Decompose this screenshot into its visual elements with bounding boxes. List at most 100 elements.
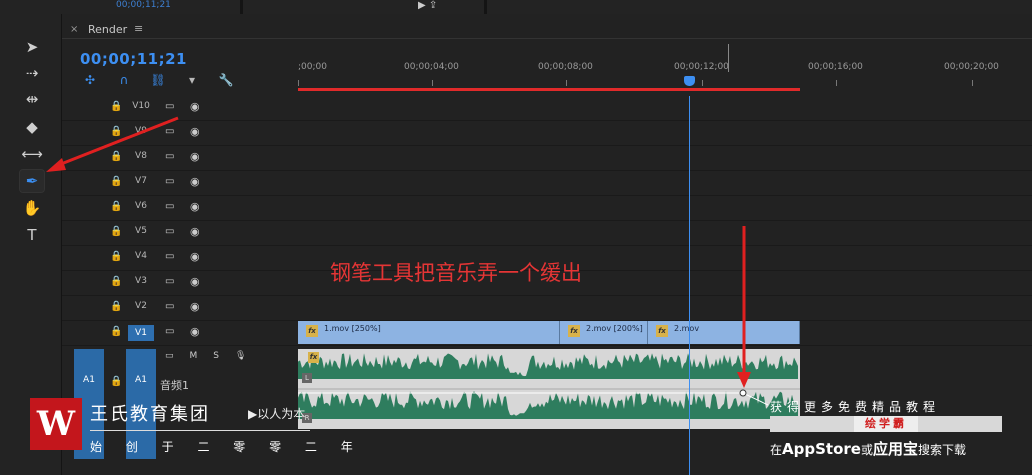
- time-ruler[interactable]: ;00;00 00;00;04;00 00;00;08;00 00;00;12;…: [298, 44, 1032, 94]
- track-name[interactable]: V4: [128, 251, 154, 261]
- lane-v7[interactable]: [298, 171, 1032, 196]
- razor-tool-icon[interactable]: ◆: [20, 116, 44, 138]
- ruler-label: ;00;00: [298, 62, 327, 72]
- eye-icon[interactable]: ◉: [190, 175, 200, 188]
- linked-selection-icon[interactable]: ⛓: [148, 72, 168, 88]
- lane-v2[interactable]: [298, 296, 1032, 321]
- lock-icon[interactable]: 🔒: [110, 276, 122, 287]
- sync-lock-icon[interactable]: ▭: [165, 201, 174, 212]
- lock-icon[interactable]: 🔒: [110, 251, 122, 262]
- track-name[interactable]: V2: [128, 301, 154, 311]
- track-name-target[interactable]: V1: [128, 325, 154, 341]
- sync-lock-icon[interactable]: ▭: [165, 251, 174, 262]
- lock-icon[interactable]: 🔒: [110, 326, 122, 337]
- eye-icon[interactable]: ◉: [190, 150, 200, 163]
- watermark-right: 获得更多免费精品教程 绘学霸 在AppStore或应用宝搜索下载: [770, 398, 1032, 460]
- track-header-v8: 🔒 V8 ▭ ◉: [62, 146, 298, 171]
- annotation-text: 钢笔工具把音乐弄一个缓出: [330, 261, 582, 285]
- playhead-handle[interactable]: [684, 76, 695, 86]
- sync-lock-icon[interactable]: ▭: [165, 226, 174, 237]
- sync-lock-icon[interactable]: ▭: [165, 276, 174, 287]
- sync-lock-icon[interactable]: ▭: [165, 176, 174, 187]
- video-clip[interactable]: fx 2.mov [200%]: [560, 321, 648, 344]
- divider: [484, 0, 487, 14]
- volume-keyframe[interactable]: [739, 389, 747, 397]
- lock-icon[interactable]: 🔒: [110, 151, 122, 162]
- track-name[interactable]: V8: [128, 151, 154, 161]
- mute-button[interactable]: M: [190, 351, 198, 361]
- sequence-tab-title[interactable]: Render: [88, 23, 127, 36]
- lock-icon[interactable]: 🔒: [110, 376, 122, 387]
- wrench-icon[interactable]: 🔧: [216, 72, 236, 88]
- lock-icon[interactable]: 🔒: [110, 176, 122, 187]
- export-frame-icon[interactable]: ▶ ⇪: [418, 0, 437, 11]
- track-name[interactable]: V5: [128, 226, 154, 236]
- add-marker-icon[interactable]: ▾: [182, 72, 202, 88]
- source-patch-label: A1: [83, 375, 95, 385]
- track-name[interactable]: V10: [128, 101, 154, 111]
- ruler-label: 00;00;12;00: [674, 62, 729, 72]
- founded-text: 始 创 于 二 零 零 二 年: [90, 440, 363, 454]
- pen-tool-icon[interactable]: ✒: [19, 169, 45, 193]
- eye-icon[interactable]: ◉: [190, 125, 200, 138]
- divider: [62, 38, 1032, 39]
- audio-clip[interactable]: fx L R: [298, 349, 800, 429]
- sync-lock-icon[interactable]: ▭: [165, 326, 174, 337]
- lock-icon[interactable]: 🔒: [110, 126, 122, 137]
- lane-v8[interactable]: [298, 146, 1032, 171]
- track-header-v10: 🔒 V10 ▭ ◉: [62, 96, 298, 121]
- selection-tool-icon[interactable]: ➤: [20, 36, 44, 58]
- eye-icon[interactable]: ◉: [190, 325, 200, 338]
- solo-button[interactable]: S: [213, 351, 219, 361]
- track-name[interactable]: V6: [128, 201, 154, 211]
- sync-lock-icon[interactable]: ▭: [165, 126, 174, 137]
- lock-icon[interactable]: 🔒: [110, 226, 122, 237]
- lock-icon[interactable]: 🔒: [110, 301, 122, 312]
- slip-tool-icon[interactable]: ⟷: [20, 143, 44, 165]
- type-tool-icon[interactable]: T: [20, 224, 44, 246]
- lane-v10[interactable]: [298, 96, 1032, 121]
- hand-tool-icon[interactable]: ✋: [20, 197, 44, 219]
- mic-icon[interactable]: 🎙: [235, 351, 246, 361]
- waveform-right: [298, 391, 798, 419]
- eye-icon[interactable]: ◉: [190, 225, 200, 238]
- text-fragment: 或: [860, 443, 873, 457]
- zoom-scrollbar[interactable]: [136, 462, 314, 475]
- audio-track-controls: ▭ M S 🎙: [165, 351, 246, 361]
- lock-icon[interactable]: 🔒: [110, 101, 122, 112]
- timeline-toolbar: ✣ ∩ ⛓ ▾ 🔧: [80, 72, 236, 88]
- panel-menu-icon[interactable]: ≡: [134, 22, 143, 35]
- track-name[interactable]: V7: [128, 176, 154, 186]
- sync-lock-icon[interactable]: ▭: [165, 101, 174, 112]
- playhead-timecode[interactable]: 00;00;11;21: [80, 50, 187, 68]
- eye-icon[interactable]: ◉: [190, 100, 200, 113]
- eye-icon[interactable]: ◉: [190, 300, 200, 313]
- work-area-bar[interactable]: [298, 88, 800, 91]
- playhead-line[interactable]: [689, 96, 690, 475]
- eye-icon[interactable]: ◉: [190, 250, 200, 263]
- eye-icon[interactable]: ◉: [190, 200, 200, 213]
- video-clip[interactable]: fx 1.mov [250%]: [298, 321, 560, 344]
- eye-icon[interactable]: ◉: [190, 275, 200, 288]
- track-name[interactable]: V3: [128, 276, 154, 286]
- close-tab-icon[interactable]: ×: [70, 24, 78, 35]
- ruler-label: 00;00;04;00: [404, 62, 459, 72]
- track-select-tool-icon[interactable]: ⇢: [20, 62, 44, 84]
- company-name: 王氏教育集团: [90, 404, 210, 425]
- text-fragment: AppStore: [782, 440, 861, 458]
- sync-lock-icon[interactable]: ▭: [165, 151, 174, 162]
- sync-lock-icon[interactable]: ▭: [165, 301, 174, 312]
- nest-icon[interactable]: ✣: [80, 72, 100, 88]
- lane-v9[interactable]: [298, 121, 1032, 146]
- lane-v6[interactable]: [298, 196, 1032, 221]
- ripple-edit-tool-icon[interactable]: ⇹: [20, 88, 44, 110]
- sync-lock-icon[interactable]: ▭: [165, 351, 174, 361]
- lane-v5[interactable]: [298, 221, 1032, 246]
- track-name[interactable]: V9: [128, 126, 154, 136]
- lock-icon[interactable]: 🔒: [110, 201, 122, 212]
- snap-icon[interactable]: ∩: [114, 72, 134, 88]
- ruler-tick: [972, 80, 973, 86]
- track-name: A1: [135, 375, 147, 385]
- video-clip[interactable]: fx 2.mov: [648, 321, 800, 344]
- clip-name: 1.mov [250%]: [324, 324, 381, 333]
